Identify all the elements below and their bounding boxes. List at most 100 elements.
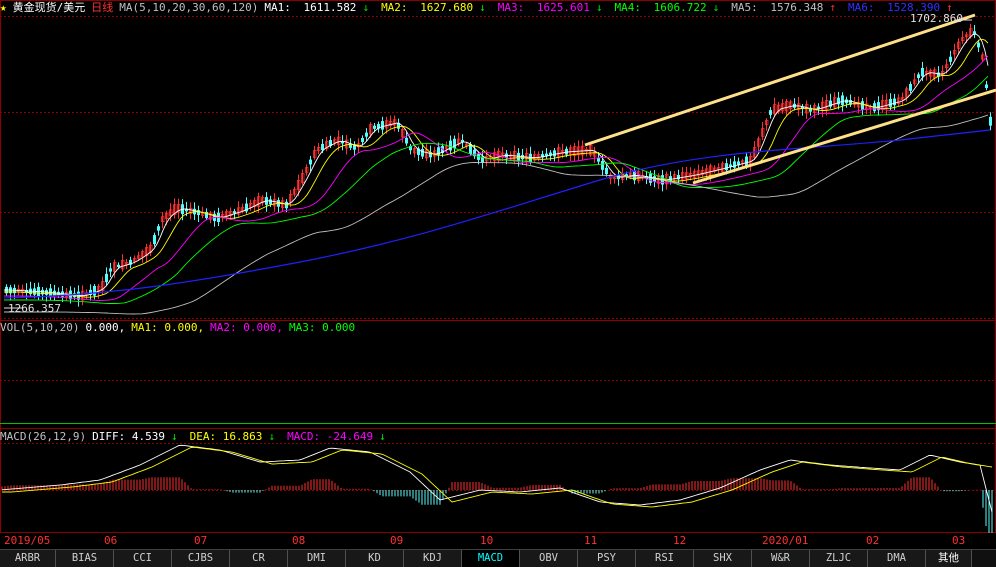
- candle-body: [117, 264, 120, 268]
- macd-legend: MACD(26,12,9) DIFF: 4.539 ↓ DEA: 16.863 ↓ …: [0, 429, 398, 445]
- candle-body: [909, 84, 912, 91]
- vol-ma2: MA2: 0.000,: [210, 321, 283, 334]
- candle-body: [601, 161, 604, 170]
- volume-legend: VOL(5,10,20) 0.000, MA1: 0.000, MA2: 0.0…: [0, 320, 361, 336]
- tab-psy[interactable]: PSY: [578, 550, 636, 567]
- candle-body: [437, 147, 440, 156]
- ma3-readout: MA3: 1625.601 ↓: [497, 1, 603, 14]
- candle-body: [605, 167, 608, 175]
- candle-body: [989, 116, 992, 126]
- month-label: 07: [194, 534, 208, 547]
- candle-body: [109, 268, 112, 272]
- candle-body: [321, 143, 324, 151]
- month-label: 10: [480, 534, 494, 547]
- month-label: 08: [292, 534, 306, 547]
- candle-body: [365, 132, 368, 137]
- candle-body: [269, 199, 272, 205]
- ma2-readout: MA2: 1627.680 ↓: [381, 1, 486, 14]
- macd-diff-line: [1, 444, 993, 513]
- arrow-down-icon: ↓: [595, 1, 603, 14]
- symbol-label[interactable]: ★ 黄金现货/美元 日线: [0, 0, 113, 16]
- chart-frame: [0, 0, 996, 533]
- vol-ma3: MA3: 0.000: [288, 321, 356, 334]
- ma1-readout: MA1: 1611.582 ↓: [264, 1, 370, 14]
- arrow-down-icon: ↓: [362, 1, 370, 14]
- ma-params: MA(5,10,20,30,60,120): [119, 1, 259, 14]
- candle-body: [949, 56, 952, 62]
- arrow-down-icon: ↓: [479, 1, 486, 14]
- macd-params: MACD(26,12,9): [0, 430, 87, 443]
- candle-body: [361, 138, 364, 142]
- candle-body: [669, 176, 672, 181]
- candle-body: [841, 95, 844, 106]
- trendline-lower: [692, 88, 996, 185]
- diff-readout: DIFF: 4.539 ↓: [92, 430, 178, 443]
- arrow-down-icon: ↓: [268, 430, 276, 443]
- candle-body: [93, 285, 96, 296]
- vol-params: VOL(5,10,20): [0, 321, 80, 334]
- dea-readout: DEA: 16.863 ↓: [189, 430, 276, 443]
- candle-body: [105, 273, 108, 283]
- month-label: 06: [104, 534, 118, 547]
- candle-body: [597, 157, 600, 162]
- candle-body: [677, 174, 680, 180]
- candle-body: [921, 67, 924, 77]
- candle-body: [769, 110, 772, 115]
- arrow-up-icon: ↑: [829, 1, 836, 14]
- tab-cci[interactable]: CCI: [114, 550, 172, 567]
- star-icon: ★: [0, 1, 7, 14]
- candle-body: [157, 226, 160, 231]
- arrow-down-icon: ↓: [170, 430, 178, 443]
- candle-body: [285, 201, 288, 209]
- ma4-line: [4, 75, 989, 304]
- candle-body: [917, 74, 920, 79]
- candle-body: [373, 125, 376, 129]
- tab-dmi[interactable]: DMI: [288, 550, 346, 567]
- candle-body: [153, 235, 156, 245]
- candle-body: [977, 42, 980, 48]
- tab-cr[interactable]: CR: [230, 550, 288, 567]
- ma4-readout: MA4: 1606.722 ↓: [614, 1, 720, 14]
- stock-chart-window: ★ 黄金现货/美元 日线 MA(5,10,20,30,60,120) MA1: 16…: [0, 0, 996, 567]
- candle-body: [381, 121, 384, 130]
- candle-body: [733, 161, 736, 168]
- tab-cjbs[interactable]: CJBS: [172, 550, 230, 567]
- arrow-down-icon: ↓: [379, 430, 386, 443]
- tab-kd[interactable]: KD: [346, 550, 404, 567]
- candle-body: [985, 84, 988, 89]
- tab-wr[interactable]: W&R: [752, 550, 810, 567]
- month-label: 12: [673, 534, 687, 547]
- month-label: 2019/05: [4, 534, 51, 547]
- tab-bias[interactable]: BIAS: [56, 550, 114, 567]
- candle-body: [233, 211, 236, 214]
- ma1-line: [4, 33, 989, 297]
- tab-more[interactable]: 其他: [926, 550, 972, 567]
- month-label: 11: [584, 534, 598, 547]
- month-label: 2020/01: [762, 534, 809, 547]
- tab-arbr[interactable]: ARBR: [0, 550, 56, 567]
- tab-obv[interactable]: OBV: [520, 550, 578, 567]
- vol-value: 0.000,: [85, 321, 126, 334]
- tab-zljc[interactable]: ZLJC: [810, 550, 868, 567]
- candle-body: [889, 98, 892, 107]
- month-label: 02: [866, 534, 880, 547]
- tab-kdj[interactable]: KDJ: [404, 550, 462, 567]
- vol-ma1: MA1: 0.000,: [131, 321, 205, 334]
- candle-body: [861, 101, 864, 110]
- tab-rsi[interactable]: RSI: [636, 550, 694, 567]
- ma3-line: [4, 55, 989, 301]
- macd-dea-line: [2, 446, 993, 508]
- high-price-label: 1702.860: [910, 12, 963, 25]
- tab-dma[interactable]: DMA: [868, 550, 926, 567]
- month-label: 09: [390, 534, 404, 547]
- candle-body: [725, 163, 728, 171]
- month-axis: 2019/05 06 07 08 09 10 11 12 2020/01 02 03: [0, 533, 996, 549]
- macd-readout: MACD: -24.649 ↓: [287, 430, 386, 443]
- month-label: 03: [952, 534, 966, 547]
- tab-macd[interactable]: MACD: [462, 550, 520, 567]
- indicator-tab-bar: ARBR BIAS CCI CJBS CR DMI KD KDJ MACD OBV PSY RSI SH…: [0, 549, 996, 567]
- ma2-line: [4, 38, 989, 298]
- tab-shx[interactable]: SHX: [694, 550, 752, 567]
- chart-canvas[interactable]: [0, 0, 996, 533]
- candle-body: [553, 150, 556, 157]
